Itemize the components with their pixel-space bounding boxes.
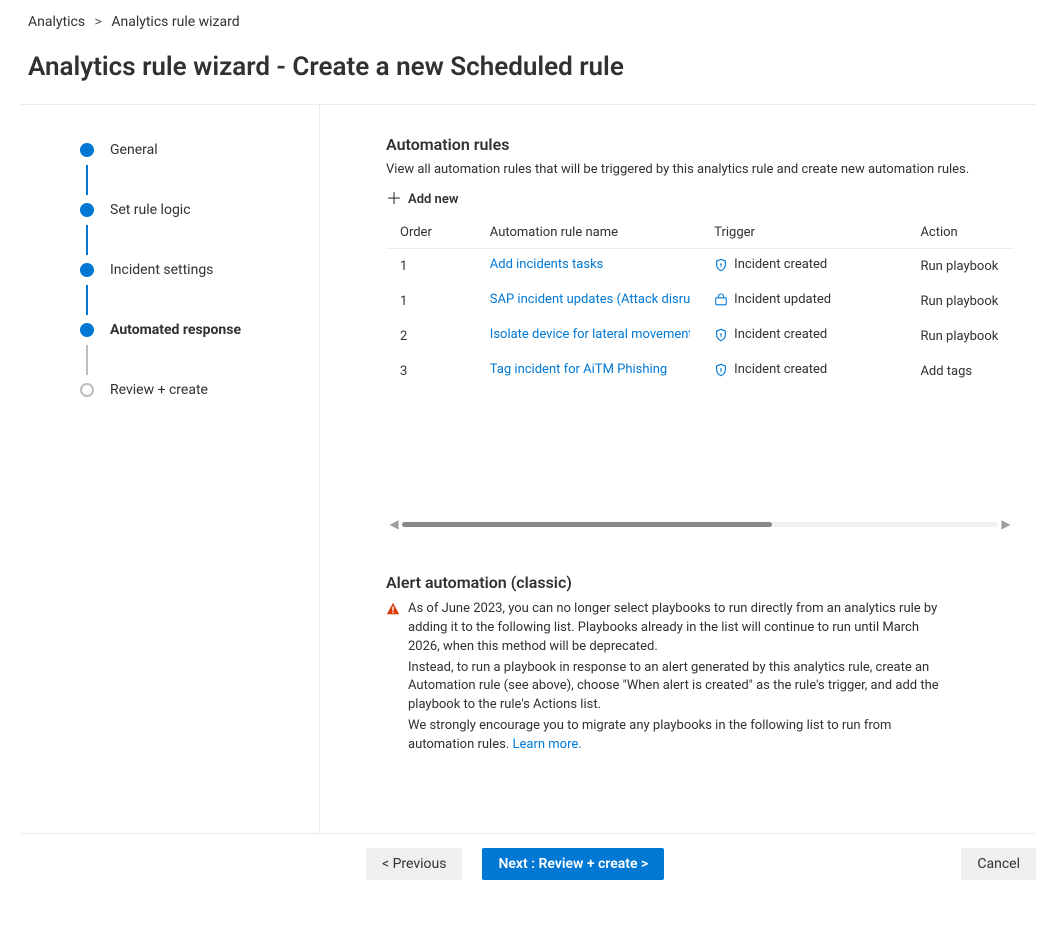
- cell-order: 1: [386, 284, 484, 319]
- scroll-thumb[interactable]: [402, 522, 772, 527]
- cell-action: Add tags: [914, 354, 1014, 389]
- trigger-text: Incident created: [734, 257, 827, 272]
- cell-name: SAP incident updates (Attack disruption): [484, 284, 708, 319]
- table-row: 2 Isolate device for lateral movement tag…: [386, 319, 1014, 354]
- alert-classic-p2: Instead, to run a playbook in response t…: [408, 659, 948, 716]
- wizard-footer: < Previous Next : Review + create > Canc…: [346, 834, 1056, 900]
- step-automated-response[interactable]: Automated response: [80, 315, 319, 345]
- step-dot-icon: [80, 143, 94, 157]
- step-label: Automated response: [110, 322, 241, 338]
- wizard-panel: General Set rule logic Incident settings…: [20, 104, 1036, 834]
- step-review-create[interactable]: Review + create: [80, 375, 319, 405]
- incident-shield-icon: [714, 258, 728, 272]
- scroll-left-icon[interactable]: ◀: [386, 517, 402, 531]
- add-new-button[interactable]: ＋ Add new: [386, 191, 458, 207]
- table-row: 3 Tag incident for AiTM Phishing Incident …: [386, 354, 1014, 389]
- incident-update-icon: [714, 293, 728, 307]
- col-header-trigger[interactable]: Trigger: [708, 217, 914, 249]
- cell-name: Add incidents tasks: [484, 249, 708, 285]
- step-label: Incident settings: [110, 262, 213, 278]
- cell-name: Isolate device for lateral movement tag: [484, 319, 708, 354]
- step-dot-icon: [80, 263, 94, 277]
- rule-name-link[interactable]: Isolate device for lateral movement tag: [490, 327, 690, 342]
- wizard-steps-sidebar: General Set rule logic Incident settings…: [20, 105, 320, 833]
- trigger-text: Incident updated: [734, 292, 831, 307]
- step-label: General: [110, 142, 158, 158]
- rule-name-link[interactable]: Tag incident for AiTM Phishing: [490, 362, 667, 377]
- rule-name-link[interactable]: Add incidents tasks: [490, 257, 604, 272]
- cell-trigger: Incident created: [708, 354, 914, 389]
- scroll-track[interactable]: [402, 522, 998, 527]
- alert-classic-title: Alert automation (classic): [386, 573, 1014, 592]
- cell-trigger: Incident created: [708, 249, 914, 285]
- trigger-text: Incident created: [734, 362, 827, 377]
- trigger-text: Incident created: [734, 327, 827, 342]
- next-button[interactable]: Next : Review + create >: [482, 848, 664, 880]
- cell-order: 1: [386, 249, 484, 285]
- add-new-label: Add new: [408, 192, 458, 207]
- cell-trigger: Incident created: [708, 319, 914, 354]
- cell-action: Run playbook: [914, 284, 1014, 319]
- col-header-name[interactable]: Automation rule name: [484, 217, 708, 249]
- page-title: Analytics rule wizard - Create a new Sch…: [0, 42, 1056, 104]
- alert-classic-p3: We strongly encourage you to migrate any…: [408, 717, 948, 755]
- incident-shield-icon: [714, 363, 728, 377]
- alert-automation-classic: Alert automation (classic) As of June 20…: [386, 573, 1014, 757]
- step-label: Set rule logic: [110, 202, 191, 218]
- automation-rules-desc: View all automation rules that will be t…: [386, 162, 1014, 177]
- step-dot-icon: [80, 203, 94, 217]
- alert-classic-p1: As of June 2023, you can no longer selec…: [408, 600, 948, 657]
- warning-icon: [386, 602, 400, 616]
- step-connector: [86, 225, 88, 255]
- cell-order: 2: [386, 319, 484, 354]
- previous-button[interactable]: < Previous: [366, 848, 462, 880]
- cell-order: 3: [386, 354, 484, 389]
- step-dot-icon: [80, 323, 94, 337]
- wizard-main: Automation rules View all automation rul…: [320, 105, 1036, 833]
- step-set-rule-logic[interactable]: Set rule logic: [80, 195, 319, 225]
- step-incident-settings[interactable]: Incident settings: [80, 255, 319, 285]
- step-label: Review + create: [110, 382, 208, 398]
- step-dot-icon: [80, 383, 94, 397]
- incident-shield-icon: [714, 328, 728, 342]
- step-connector: [86, 165, 88, 195]
- step-connector: [86, 345, 88, 375]
- col-header-order[interactable]: Order: [386, 217, 484, 249]
- rule-name-link[interactable]: SAP incident updates (Attack disruption): [490, 292, 690, 307]
- cell-action: Run playbook: [914, 249, 1014, 285]
- learn-more-link[interactable]: Learn more.: [512, 737, 581, 752]
- cancel-button[interactable]: Cancel: [961, 848, 1036, 880]
- automation-rules-table: Order Automation rule name Trigger Actio…: [386, 217, 1014, 389]
- col-header-action[interactable]: Action: [914, 217, 1014, 249]
- plus-icon: ＋: [386, 191, 402, 207]
- cell-name: Tag incident for AiTM Phishing: [484, 354, 708, 389]
- scroll-right-icon[interactable]: ▶: [998, 517, 1014, 531]
- breadcrumb-sep-icon: >: [89, 14, 108, 30]
- table-row: 1 SAP incident updates (Attack disruption…: [386, 284, 1014, 319]
- breadcrumb-root[interactable]: Analytics: [28, 14, 85, 30]
- automation-rules-title: Automation rules: [386, 135, 1014, 154]
- breadcrumb-leaf: Analytics rule wizard: [111, 14, 239, 30]
- horizontal-scrollbar[interactable]: ◀ ▶: [386, 519, 1014, 529]
- step-general[interactable]: General: [80, 135, 319, 165]
- cell-action: Run playbook: [914, 319, 1014, 354]
- step-connector: [86, 285, 88, 315]
- table-row: 1 Add incidents tasks Incident created Run …: [386, 249, 1014, 285]
- cell-trigger: Incident updated: [708, 284, 914, 319]
- breadcrumb: Analytics > Analytics rule wizard: [0, 0, 1056, 42]
- alert-classic-body: As of June 2023, you can no longer selec…: [408, 600, 948, 757]
